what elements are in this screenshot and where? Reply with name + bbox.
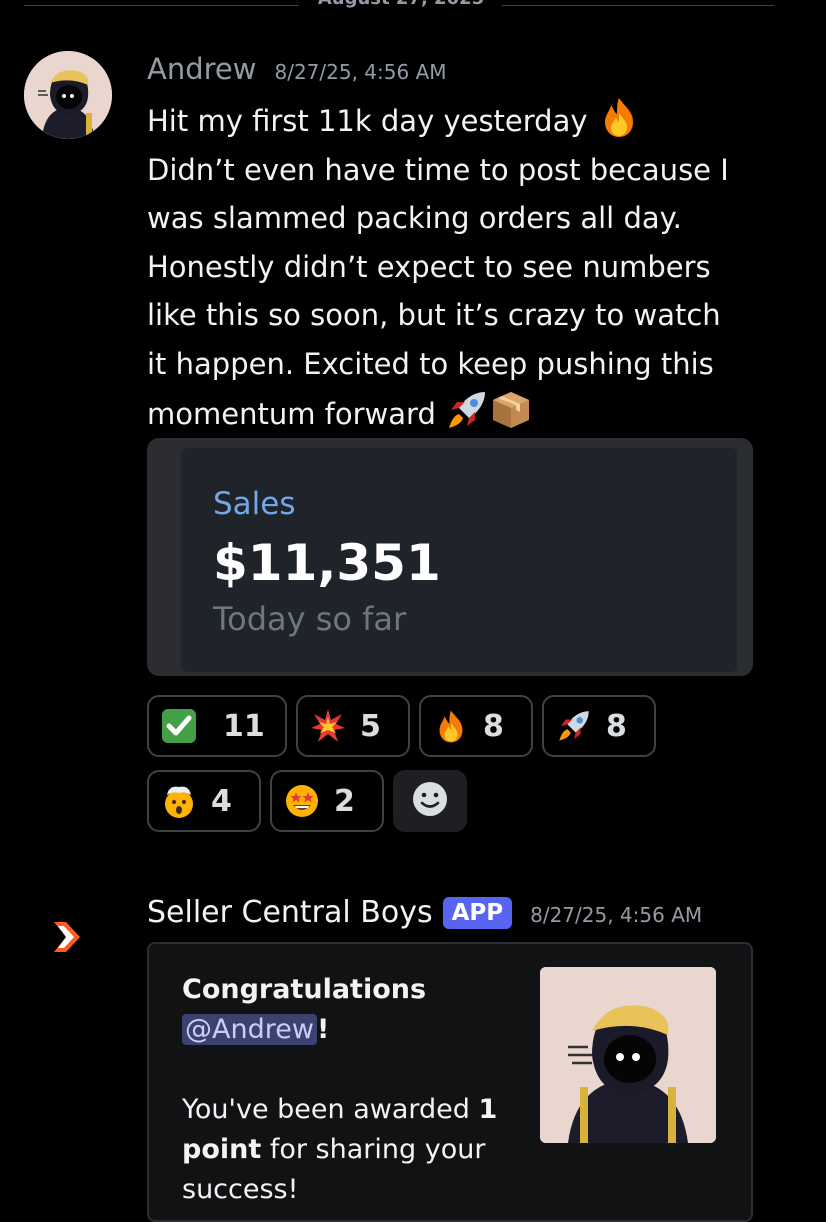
sales-card: Sales $11,351 Today so far	[181, 448, 737, 672]
sales-value: $11,351	[213, 534, 441, 592]
fire-icon	[597, 95, 641, 139]
body-text: You've been awarded	[182, 1094, 479, 1125]
reaction-count: 4	[211, 783, 232, 819]
fire-icon	[433, 708, 469, 744]
embed-title: Congratulations	[182, 974, 427, 1005]
bot-name[interactable]: Seller Central Boys	[147, 895, 433, 930]
message-line: Hit my first 11k day yesterday	[147, 104, 588, 138]
message-timestamp: 8/27/25, 4:56 AM	[274, 60, 447, 84]
reaction-exploding-head[interactable]: 4	[147, 770, 261, 832]
bot-timestamp: 8/27/25, 4:56 AM	[530, 902, 703, 927]
rocket-icon	[556, 708, 592, 744]
date-divider: August 27, 2025	[24, 0, 774, 14]
body-bold: 1	[478, 1094, 498, 1125]
reaction-count: 8	[606, 708, 627, 744]
body-text: success!	[182, 1174, 299, 1205]
divider-line-right	[502, 5, 774, 6]
reaction-check-mark[interactable]: 11	[147, 695, 287, 757]
user-mention[interactable]: @Andrew	[182, 1014, 317, 1045]
bot-message-header: Seller Central Boys APP 8/27/25, 4:56 AM	[147, 895, 702, 930]
star-struck-icon	[284, 783, 320, 819]
sales-label: Sales	[213, 486, 296, 522]
reaction-star-struck[interactable]: 2	[270, 770, 384, 832]
reaction-collision[interactable]: 5	[296, 695, 410, 757]
sales-subtitle: Today so far	[213, 600, 407, 638]
embed-description: Congratulations @Andrew! You've been awa…	[182, 970, 502, 1210]
message-line: was slammed packing orders all day.	[147, 201, 682, 235]
package-icon	[489, 388, 533, 432]
reaction-fire[interactable]: 8	[419, 695, 533, 757]
message-line: like this so soon, but it’s crazy to wat…	[147, 298, 721, 332]
reaction-count: 5	[360, 708, 381, 744]
message-line: momentum forward	[147, 397, 436, 431]
message-line: it happen. Excited to keep pushing this	[147, 346, 714, 381]
date-divider-label: August 27, 2025	[308, 0, 494, 9]
reaction-rocket[interactable]: 8	[542, 695, 656, 757]
bot-embed: Congratulations @Andrew! You've been awa…	[147, 942, 753, 1222]
message-content: Hit my first 11k day yesterday Didn’t ev…	[147, 95, 767, 439]
message-header: Andrew 8/27/25, 4:56 AM	[147, 52, 447, 86]
embed-spacer	[182, 1050, 502, 1090]
collision-icon	[310, 708, 346, 744]
embed-thumbnail[interactable]	[540, 967, 716, 1143]
bot-reply-arrow-icon	[52, 920, 82, 954]
avatar[interactable]	[24, 51, 112, 139]
check-mark-icon	[161, 708, 197, 744]
exploding-head-icon	[161, 783, 197, 819]
body-bold: point	[182, 1134, 262, 1165]
divider-line-left	[24, 5, 299, 6]
mention-suffix: !	[316, 1014, 330, 1045]
avatar-image	[24, 51, 112, 139]
rocket-icon	[445, 388, 489, 432]
thumbnail-image	[540, 967, 716, 1143]
add-reaction-button[interactable]	[393, 770, 467, 832]
author-name[interactable]: Andrew	[147, 52, 256, 86]
sales-image-attachment[interactable]: Sales $11,351 Today so far	[147, 438, 753, 676]
message-line: Honestly didn’t expect to see numbers	[147, 249, 711, 284]
reaction-count: 2	[334, 783, 355, 819]
app-badge: APP	[442, 896, 513, 929]
body-text: for sharing your	[261, 1134, 486, 1165]
reaction-count: 11	[223, 708, 265, 744]
smiley-icon	[411, 780, 449, 822]
embed-mention-line: @Andrew!	[182, 1010, 502, 1050]
reaction-count: 8	[483, 708, 504, 744]
message-line: Didn’t even have time to post because I	[147, 152, 729, 187]
embed-body: You've been awarded 1 point for sharing y…	[182, 1090, 502, 1210]
